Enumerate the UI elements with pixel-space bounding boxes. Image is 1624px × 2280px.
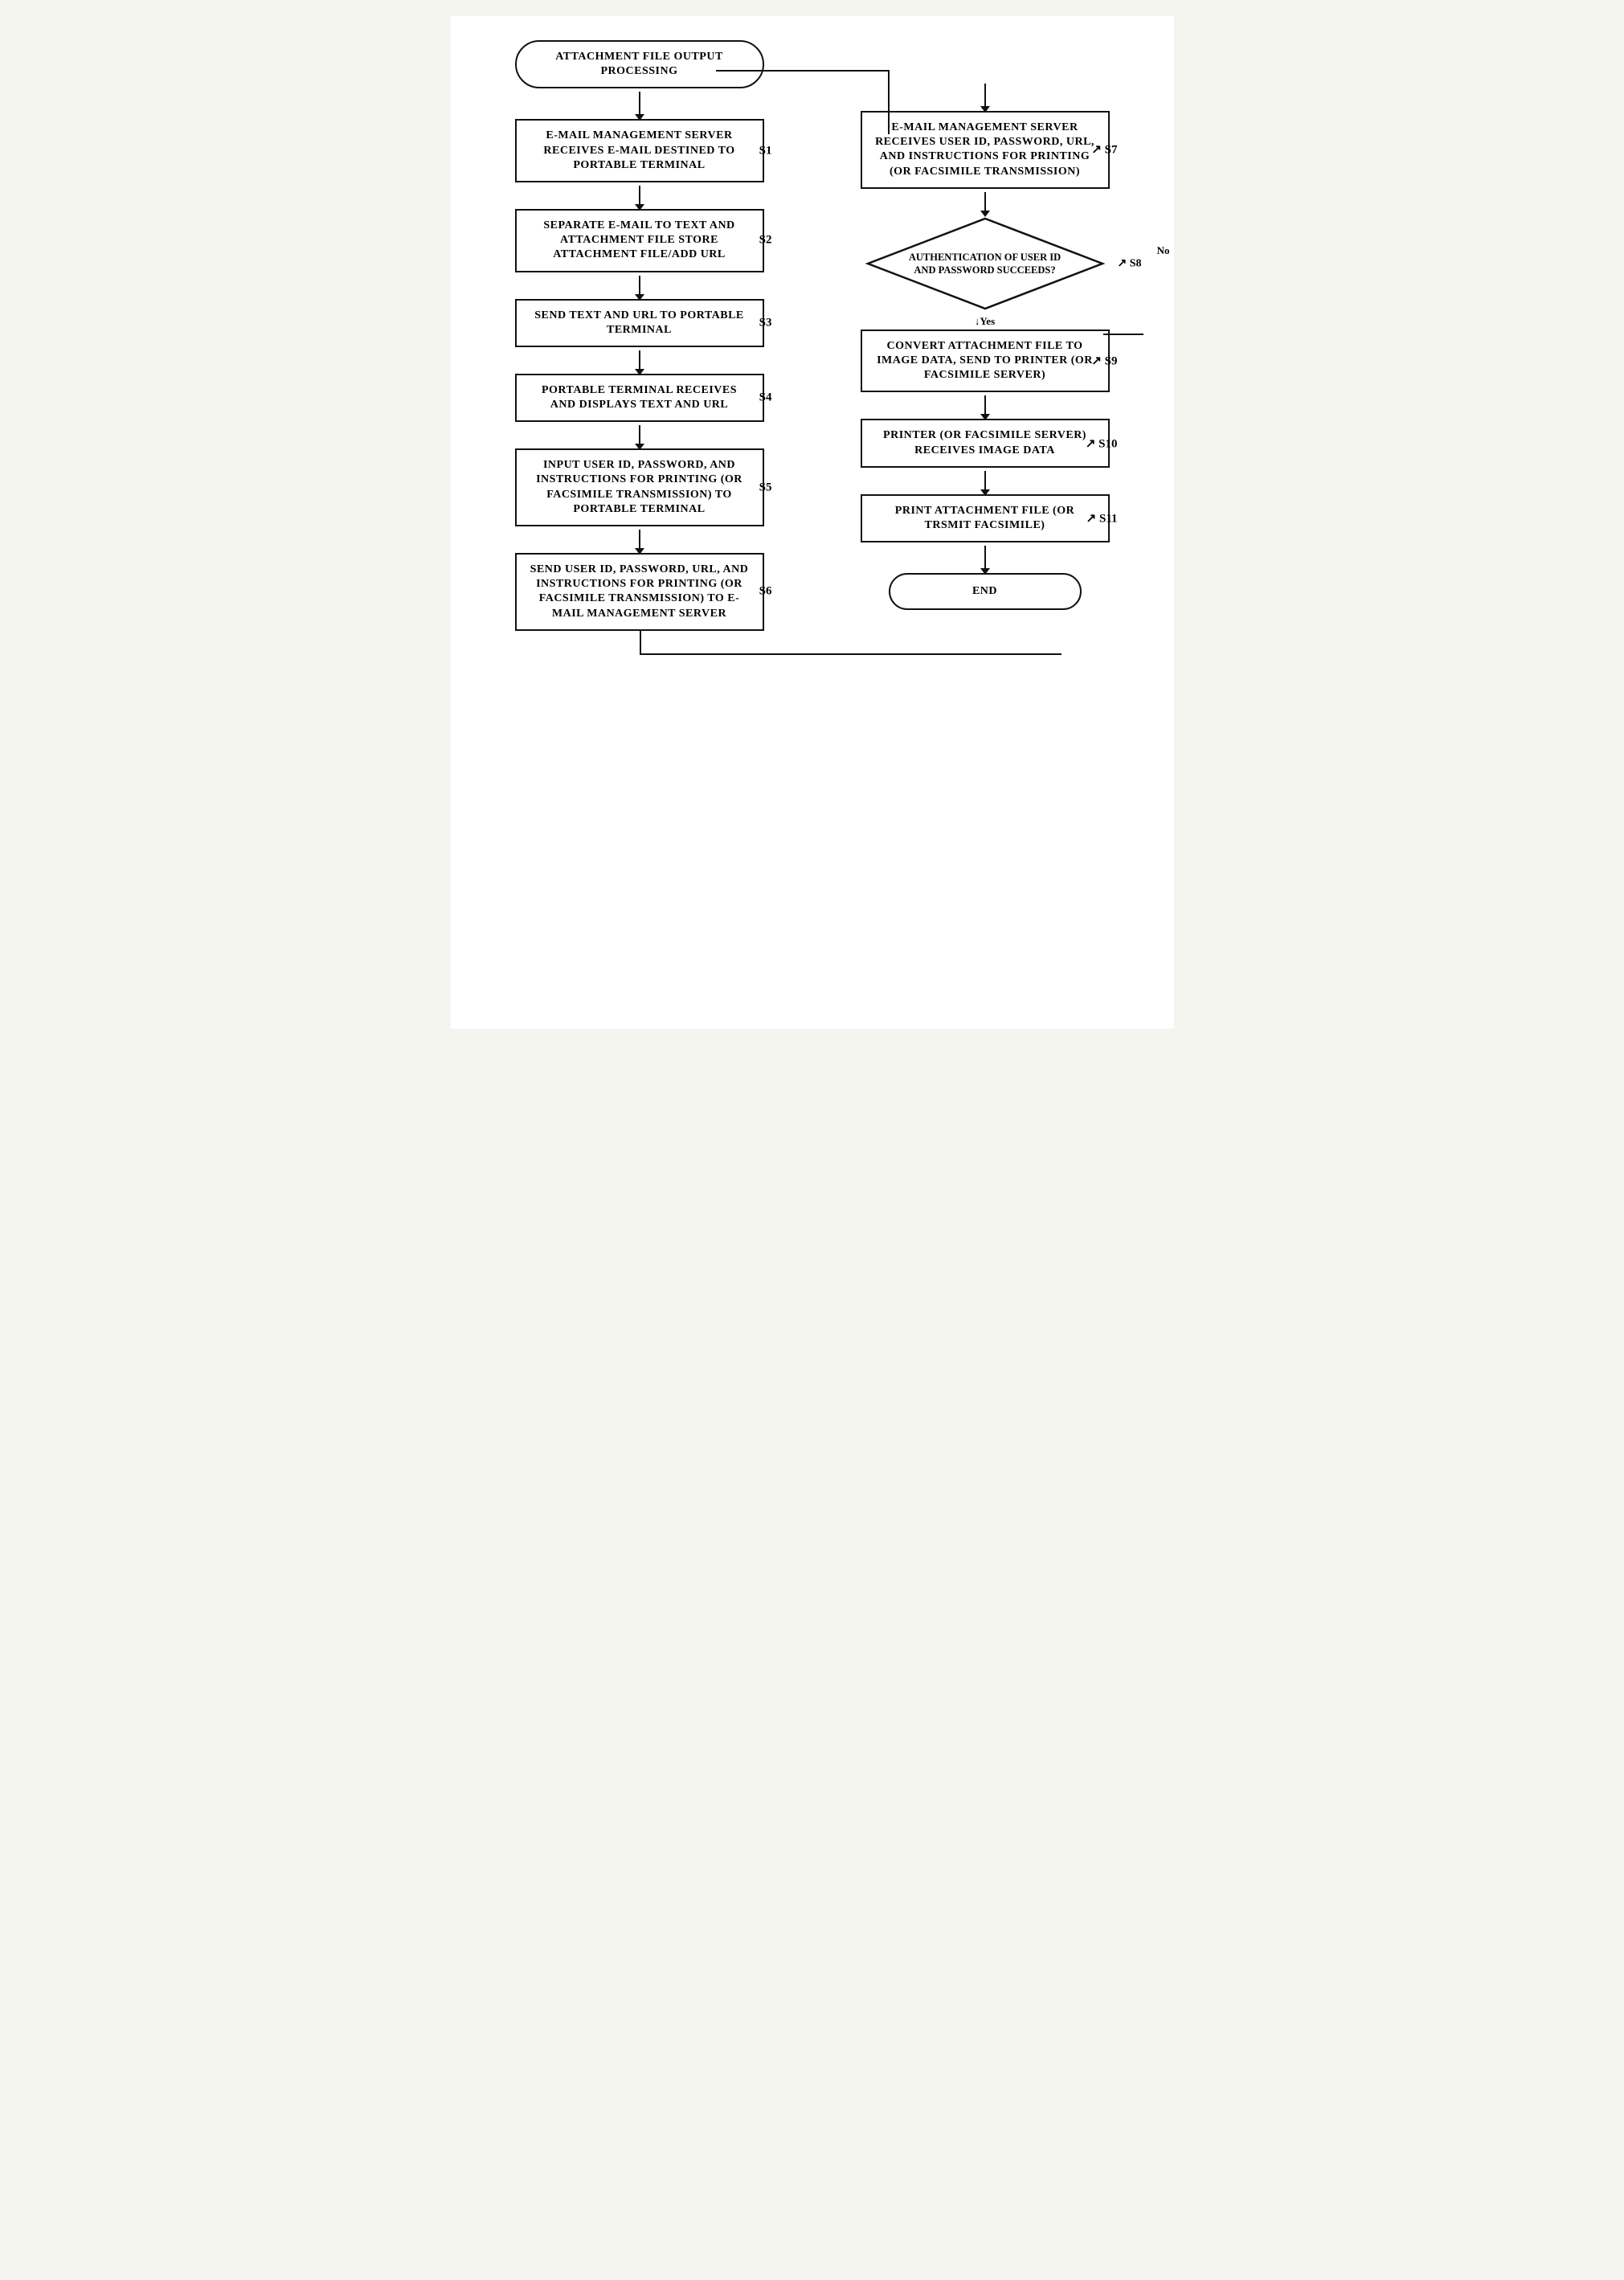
s5-node: INPUT USER ID, PASSWORD, AND INSTRUCTION… bbox=[515, 448, 764, 526]
s11-step: ↗ S11 bbox=[1086, 510, 1118, 526]
start-node: ATTACHMENT FILE OUTPUT PROCESSING bbox=[515, 40, 764, 88]
s8-no-label: No bbox=[1157, 244, 1170, 257]
diagram-container: ATTACHMENT FILE OUTPUT PROCESSING E-MAIL… bbox=[451, 16, 1174, 1029]
s6-label: SEND USER ID, PASSWORD, URL, AND INSTRUC… bbox=[530, 563, 749, 620]
arrow-top-s7 bbox=[984, 84, 986, 108]
right-column: E-MAIL MANAGEMENT SERVER RECEIVES USER I… bbox=[812, 80, 1158, 610]
end-node-label: END bbox=[972, 585, 997, 597]
s4-label: PORTABLE TERMINAL RECEIVES AND DISPLAYS … bbox=[542, 384, 737, 411]
s10-label: PRINTER (OR FACSIMILE SERVER) RECEIVES I… bbox=[883, 429, 1086, 456]
s6-horiz-line bbox=[640, 653, 1062, 655]
start-node-wrapper: ATTACHMENT FILE OUTPUT PROCESSING bbox=[515, 40, 764, 88]
s10-node: PRINTER (OR FACSIMILE SERVER) RECEIVES I… bbox=[861, 419, 1110, 467]
end-node: END bbox=[889, 573, 1082, 610]
no-horiz-line bbox=[1103, 334, 1143, 335]
s3-wrapper: SEND TEXT AND URL TO PORTABLE TERMINAL S… bbox=[515, 299, 764, 347]
arrow-s9-s10 bbox=[984, 395, 986, 415]
left-column: ATTACHMENT FILE OUTPUT PROCESSING E-MAIL… bbox=[467, 40, 812, 655]
s3-label: SEND TEXT AND URL TO PORTABLE TERMINAL bbox=[534, 309, 744, 336]
s7-label: E-MAIL MANAGEMENT SERVER RECEIVES USER I… bbox=[875, 121, 1094, 178]
s2-wrapper: SEPARATE E-MAIL TO TEXT AND ATTACHMENT F… bbox=[515, 209, 764, 272]
arrow-s10-s11 bbox=[984, 471, 986, 491]
s9-node: CONVERT ATTACHMENT FILE TO IMAGE DATA, S… bbox=[861, 330, 1110, 393]
s5-wrapper: INPUT USER ID, PASSWORD, AND INSTRUCTION… bbox=[515, 448, 764, 526]
s3-node: SEND TEXT AND URL TO PORTABLE TERMINAL bbox=[515, 299, 764, 347]
s11-wrapper: PRINT ATTACHMENT FILE (OR TRSMIT FACSIMI… bbox=[861, 494, 1110, 542]
s8-yes-label: ↓Yes bbox=[975, 315, 995, 328]
s10-wrapper: PRINTER (OR FACSIMILE SERVER) RECEIVES I… bbox=[861, 419, 1110, 467]
s8-label: AUTHENTICATION OF USER ID AND PASSWORD S… bbox=[909, 252, 1061, 276]
s6-bottom-line bbox=[640, 631, 641, 655]
arrow-s11-end bbox=[984, 546, 986, 570]
s11-label: PRINT ATTACHMENT FILE (OR TRSMIT FACSIMI… bbox=[895, 505, 1074, 531]
s4-node: PORTABLE TERMINAL RECEIVES AND DISPLAYS … bbox=[515, 374, 764, 422]
s2-node: SEPARATE E-MAIL TO TEXT AND ATTACHMENT F… bbox=[515, 209, 764, 272]
arrow-s4-s5 bbox=[639, 425, 640, 445]
s9-step: ↗ S9 bbox=[1091, 354, 1117, 369]
bottom-connector-area bbox=[515, 631, 764, 655]
s6-step: S6 bbox=[759, 585, 772, 599]
arrow-s7-s8 bbox=[984, 192, 986, 212]
arrow-start-s1 bbox=[639, 92, 640, 116]
s1-wrapper: E-MAIL MANAGEMENT SERVER RECEIVES E-MAIL… bbox=[515, 119, 764, 182]
s2-label: SEPARATE E-MAIL TO TEXT AND ATTACHMENT F… bbox=[543, 219, 734, 260]
s9-label: CONVERT ATTACHMENT FILE TO IMAGE DATA, S… bbox=[877, 340, 1093, 381]
s1-node: E-MAIL MANAGEMENT SERVER RECEIVES E-MAIL… bbox=[515, 119, 764, 182]
arrow-s1-s2 bbox=[639, 186, 640, 206]
s1-step: S1 bbox=[759, 144, 772, 158]
top-horiz-connector bbox=[716, 70, 889, 72]
s10-step: ↗ S10 bbox=[1086, 436, 1118, 451]
s2-step: S2 bbox=[759, 234, 772, 248]
s4-wrapper: PORTABLE TERMINAL RECEIVES AND DISPLAYS … bbox=[515, 374, 764, 422]
s5-step: S5 bbox=[759, 481, 772, 494]
s7-node: E-MAIL MANAGEMENT SERVER RECEIVES USER I… bbox=[861, 111, 1110, 189]
s8-text: AUTHENTICATION OF USER ID AND PASSWORD S… bbox=[905, 251, 1066, 277]
arrow-s2-s3 bbox=[639, 276, 640, 296]
diagram-wrapper: ATTACHMENT FILE OUTPUT PROCESSING E-MAIL… bbox=[467, 40, 1158, 655]
s8-step: ↗ S8 bbox=[1117, 256, 1141, 270]
s7-wrapper: E-MAIL MANAGEMENT SERVER RECEIVES USER I… bbox=[861, 111, 1110, 189]
end-node-wrapper: END bbox=[889, 573, 1082, 610]
start-node-label: ATTACHMENT FILE OUTPUT PROCESSING bbox=[555, 51, 723, 77]
s1-label: E-MAIL MANAGEMENT SERVER RECEIVES E-MAIL… bbox=[543, 129, 734, 170]
top-right-vertical bbox=[888, 70, 890, 134]
s9-wrapper: CONVERT ATTACHMENT FILE TO IMAGE DATA, S… bbox=[861, 330, 1110, 393]
s4-step: S4 bbox=[759, 391, 772, 405]
arrow-s5-s6 bbox=[639, 530, 640, 550]
s8-wrapper: AUTHENTICATION OF USER ID AND PASSWORD S… bbox=[865, 215, 1106, 312]
s3-step: S3 bbox=[759, 316, 772, 330]
arrow-s3-s4 bbox=[639, 350, 640, 370]
s7-step: ↗ S7 bbox=[1091, 142, 1117, 158]
s6-wrapper: SEND USER ID, PASSWORD, URL, AND INSTRUC… bbox=[515, 553, 764, 631]
s11-node: PRINT ATTACHMENT FILE (OR TRSMIT FACSIMI… bbox=[861, 494, 1110, 542]
s6-node: SEND USER ID, PASSWORD, URL, AND INSTRUC… bbox=[515, 553, 764, 631]
s5-label: INPUT USER ID, PASSWORD, AND INSTRUCTION… bbox=[536, 459, 742, 515]
